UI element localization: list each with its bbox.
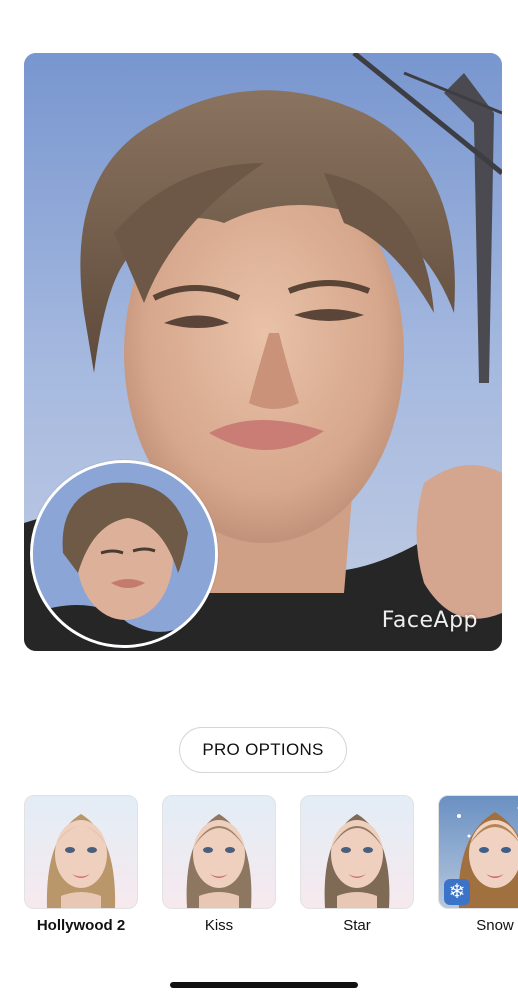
filter-thumbnail: ❄ bbox=[438, 795, 518, 909]
snowflake-icon: ❄ bbox=[444, 879, 470, 905]
model-face-illustration bbox=[186, 814, 252, 908]
filter-snow[interactable]: ❄ Snow bbox=[438, 795, 518, 945]
original-face-illustration bbox=[33, 463, 215, 645]
faceapp-watermark: FaceApp bbox=[381, 608, 478, 633]
filter-label: Kiss bbox=[204, 917, 234, 934]
filter-thumbnail bbox=[24, 795, 138, 909]
filter-kiss[interactable]: Kiss bbox=[162, 795, 276, 945]
model-face-illustration bbox=[46, 814, 116, 908]
pro-options-button[interactable]: PRO OPTIONS bbox=[179, 727, 347, 773]
filter-label: Star bbox=[343, 917, 371, 934]
filter-thumbnail bbox=[300, 795, 414, 909]
filter-star[interactable]: Star bbox=[300, 795, 414, 945]
model-face-illustration bbox=[324, 814, 390, 908]
filter-thumbnail bbox=[162, 795, 276, 909]
filter-hollywood-2[interactable]: Hollywood 2 bbox=[24, 795, 138, 945]
filter-label: Hollywood 2 bbox=[36, 917, 126, 934]
faceapp-editor-screen: FaceApp PRO OPTIONS Hollywood 2 Kiss Sta… bbox=[0, 0, 518, 1000]
filter-carousel[interactable]: Hollywood 2 Kiss Star ❄ Snow bbox=[24, 795, 518, 945]
original-photo-thumbnail[interactable] bbox=[30, 460, 218, 648]
home-indicator[interactable] bbox=[170, 982, 358, 988]
filter-label: Snow bbox=[476, 917, 514, 934]
